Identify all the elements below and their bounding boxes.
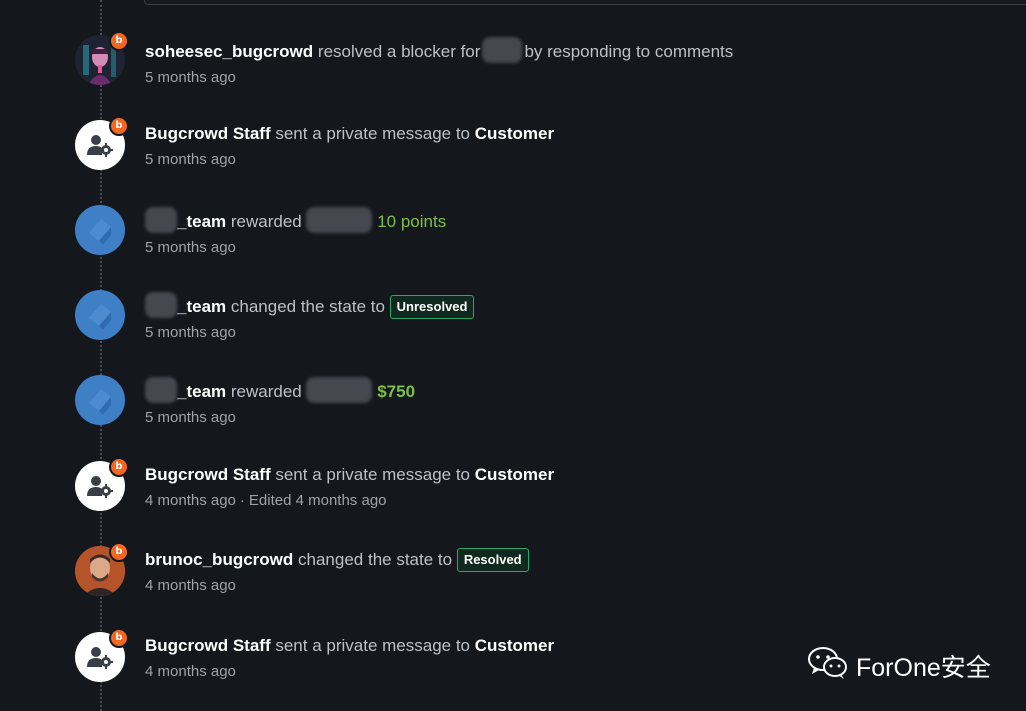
actor-name: Bugcrowd Staff xyxy=(145,124,271,143)
actor-link[interactable]: _team xyxy=(177,212,226,231)
timestamp: 5 months ago xyxy=(145,409,236,426)
activity-content: Bugcrowd Staff sent a private message to… xyxy=(145,463,1005,510)
timestamp: 5 months ago xyxy=(145,151,236,168)
target-name: Customer xyxy=(474,465,555,484)
activity-item: b brunoc_bugcrowd changed the state to R… xyxy=(0,542,1026,618)
actor-name: Bugcrowd Staff xyxy=(145,465,271,484)
timestamp-row: 4 months ago · Edited 4 months ago xyxy=(145,492,1005,510)
activity-description: brunoc_bugcrowd changed the state to Res… xyxy=(145,548,1005,572)
edited-timestamp: Edited 4 months ago xyxy=(248,492,387,509)
avatar-soheesec[interactable]: b xyxy=(75,31,129,85)
action-text: rewarded xyxy=(230,212,302,231)
team-logo-icon xyxy=(75,290,125,340)
bugcrowd-badge: b xyxy=(109,31,129,51)
avatar-bugcrowd-staff[interactable]: b xyxy=(75,116,129,170)
target-name: Customer xyxy=(474,124,555,143)
watermark: ForOne安全 xyxy=(808,646,991,685)
team-logo-icon xyxy=(75,205,125,255)
actor-link[interactable]: _team xyxy=(177,382,226,401)
bugcrowd-badge: b xyxy=(109,628,129,648)
bugcrowd-badge: b xyxy=(109,542,129,562)
timestamp: 5 months ago xyxy=(145,239,236,256)
activity-content: brunoc_bugcrowd changed the state to Res… xyxy=(145,548,1005,595)
timestamp: 5 months ago xyxy=(145,324,236,341)
action-text-after: by responding to comments xyxy=(524,42,734,61)
activity-content: soheesec_bugcrowd resolved a blocker for… xyxy=(145,37,1005,87)
redacted-team-prefix xyxy=(145,377,177,403)
team-logo-icon xyxy=(75,375,125,425)
activity-description: soheesec_bugcrowd resolved a blocker for… xyxy=(145,37,1005,64)
reward-amount: $750 xyxy=(377,382,416,401)
redacted-team-prefix xyxy=(145,292,177,318)
activity-content: _team changed the state to Unresolved 5 … xyxy=(145,292,1005,342)
bugcrowd-badge: b xyxy=(109,116,129,136)
action-text: sent a private message to xyxy=(275,465,471,484)
timestamp: 4 months ago xyxy=(145,577,236,594)
activity-content: Bugcrowd Staff sent a private message to… xyxy=(145,122,1005,169)
avatar-bugcrowd-staff[interactable]: b xyxy=(75,457,129,511)
timestamp: 4 months ago xyxy=(145,492,236,509)
activity-item: _team rewarded $750 5 months ago xyxy=(0,375,1026,447)
activity-item: b Bugcrowd Staff sent a private message … xyxy=(0,116,1026,192)
avatar-brunoc[interactable]: b xyxy=(75,542,129,596)
activity-item: b soheesec_bugcrowd resolved a blocker f… xyxy=(0,31,1026,107)
activity-description: _team rewarded 10 points xyxy=(145,207,1005,234)
actor-link[interactable]: brunoc_bugcrowd xyxy=(145,550,293,569)
action-text: rewarded xyxy=(230,382,302,401)
avatar-team[interactable] xyxy=(75,375,125,425)
activity-content: _team rewarded 10 points 5 months ago xyxy=(145,207,1005,257)
avatar-team[interactable] xyxy=(75,290,125,340)
watermark-text: ForOne安全 xyxy=(856,653,991,682)
actor-name: Bugcrowd Staff xyxy=(145,636,271,655)
redacted-program xyxy=(482,37,523,63)
activity-timeline: b soheesec_bugcrowd resolved a blocker f… xyxy=(0,0,1026,711)
action-text: resolved a blocker for xyxy=(317,42,481,61)
actor-link[interactable]: soheesec_bugcrowd xyxy=(145,42,313,61)
state-badge-unresolved: Unresolved xyxy=(389,295,475,319)
target-name: Customer xyxy=(474,636,555,655)
action-text: changed the state to xyxy=(230,297,385,316)
avatar-team[interactable] xyxy=(75,205,125,255)
separator-dot: · xyxy=(239,492,245,509)
activity-description: _team changed the state to Unresolved xyxy=(145,292,1005,319)
redacted-researcher xyxy=(306,207,373,233)
activity-item: b Bugcrowd Staff sent a private message … xyxy=(0,457,1026,533)
activity-description: Bugcrowd Staff sent a private message to… xyxy=(145,463,1005,487)
actor-link[interactable]: _team xyxy=(177,297,226,316)
redacted-team-prefix xyxy=(145,207,177,233)
reward-points: 10 points xyxy=(377,212,447,231)
action-text: changed the state to xyxy=(298,550,453,569)
wechat-icon xyxy=(808,646,848,685)
redacted-researcher xyxy=(306,377,373,403)
activity-item: _team changed the state to Unresolved 5 … xyxy=(0,290,1026,362)
avatar-bugcrowd-staff[interactable]: b xyxy=(75,628,129,682)
action-text: sent a private message to xyxy=(275,636,471,655)
activity-content: _team rewarded $750 5 months ago xyxy=(145,377,1005,427)
state-badge-resolved: Resolved xyxy=(456,548,529,572)
activity-item: _team rewarded 10 points 5 months ago xyxy=(0,205,1026,277)
action-text: sent a private message to xyxy=(275,124,471,143)
bugcrowd-badge: b xyxy=(109,457,129,477)
activity-description: _team rewarded $750 xyxy=(145,377,1005,404)
activity-description: Bugcrowd Staff sent a private message to… xyxy=(145,122,1005,146)
timestamp: 5 months ago xyxy=(145,69,236,86)
